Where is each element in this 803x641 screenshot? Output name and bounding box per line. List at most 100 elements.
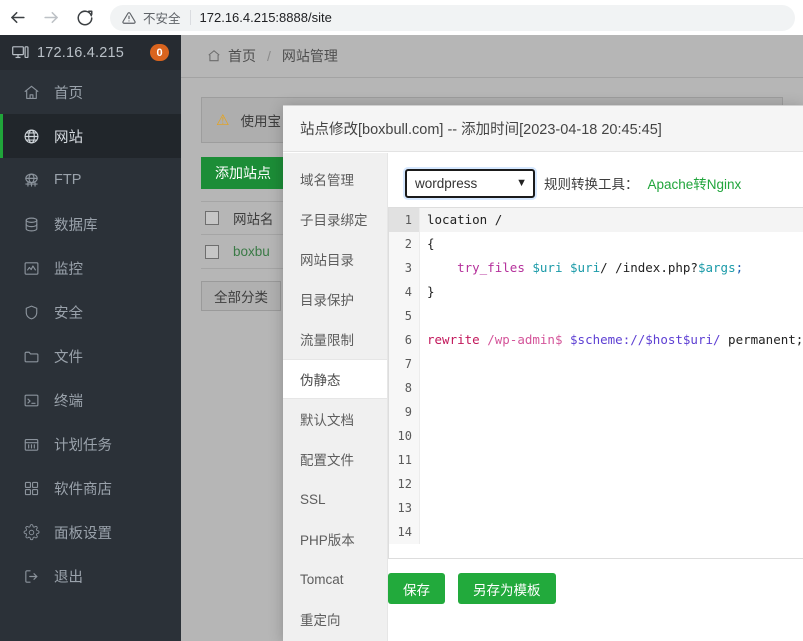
home-icon	[207, 49, 221, 63]
line-number: 14	[389, 520, 420, 544]
code-text[interactable]	[420, 520, 803, 544]
code-line: 6 rewrite /wp-admin$ $scheme://$host$uri/…	[389, 328, 803, 352]
code-text[interactable]	[420, 376, 803, 400]
sidebar-item-10[interactable]: 软件商店	[0, 466, 181, 510]
rule-toolbar: wordpress ▼ 规则转换工具： Apache转Nginx	[403, 166, 803, 200]
modal-tab-6[interactable]: 伪静态	[283, 359, 387, 399]
add-site-button[interactable]: 添加站点	[201, 157, 285, 189]
code-token: $uri	[570, 260, 601, 275]
page-body: 172.16.4.215 0 首页网站 FTP 数据库 监控 安全 文件 终端计划任务软件商…	[0, 35, 803, 641]
ftp-icon	[22, 171, 40, 189]
code-text[interactable]: rewrite /wp-admin$ $scheme://$host$uri/ …	[420, 328, 803, 352]
code-line: 7	[389, 352, 803, 376]
back-button[interactable]	[0, 1, 34, 35]
apache-to-nginx-link[interactable]: Apache转Nginx	[648, 173, 742, 193]
modal-tab-11[interactable]: Tomcat	[283, 559, 387, 599]
rewrite-rule-select[interactable]: wordpress	[403, 166, 537, 200]
code-line: 9	[389, 400, 803, 424]
code-token: ;	[735, 260, 744, 275]
code-text[interactable]: location /	[420, 208, 803, 232]
sidebar-item-label: 网站	[54, 129, 83, 146]
sidebar-item-label: 面板设置	[54, 525, 112, 542]
warning-triangle-icon: ⚠	[216, 112, 230, 129]
sidebar-item-label: FTP	[54, 172, 82, 188]
code-text[interactable]: }	[420, 280, 803, 304]
code-line: 4}	[389, 280, 803, 304]
modal-tab-12[interactable]: 重定向	[283, 599, 387, 639]
breadcrumb-current: 网站管理	[281, 48, 338, 64]
row-checkbox[interactable]	[205, 244, 219, 259]
code-line: 13	[389, 496, 803, 520]
arrow-left-icon	[8, 8, 27, 27]
code-text[interactable]	[420, 400, 803, 424]
code-line: 10	[389, 424, 803, 448]
sidebar-logo[interactable]: 172.16.4.215 0	[0, 35, 181, 70]
sidebar-item-label: 计划任务	[54, 437, 112, 454]
url-text: 172.16.4.215:8888/site	[199, 10, 332, 25]
sidebar-item-9[interactable]: 计划任务	[0, 422, 181, 466]
code-token: / /index.php?	[600, 260, 698, 275]
modal-tab-8[interactable]: 配置文件	[283, 439, 387, 479]
line-number: 6	[389, 328, 420, 352]
line-number: 8	[389, 376, 420, 400]
code-text[interactable]: {	[420, 232, 803, 256]
sidebar-item-label: 软件商店	[54, 481, 112, 498]
save-button[interactable]: 保存	[388, 573, 445, 604]
gear-icon	[22, 523, 40, 541]
code-line: 1 location /	[389, 208, 803, 232]
code-text[interactable]	[420, 472, 803, 496]
code-line: 14	[389, 520, 803, 544]
row-checkbox[interactable]	[205, 211, 219, 225]
sidebar-item-3[interactable]: FTP	[0, 158, 181, 202]
modal-tab-7[interactable]: 默认文档	[283, 399, 387, 439]
code-text[interactable]	[420, 352, 803, 376]
code-token: /wp-admin$	[487, 332, 563, 347]
code-text[interactable]	[420, 424, 803, 448]
reload-icon	[76, 9, 94, 27]
site-name-link[interactable]: boxbu	[233, 244, 270, 259]
logout-icon	[22, 567, 40, 585]
line-number: 10	[389, 424, 420, 448]
save-as-template-button[interactable]: 另存为模板	[458, 573, 556, 604]
sidebar-item-12[interactable]: 退出	[0, 554, 181, 598]
address-bar[interactable]: 不安全 172.16.4.215:8888/site	[110, 4, 795, 31]
calendar-icon	[22, 435, 40, 453]
sidebar-item-11[interactable]: 面板设置	[0, 510, 181, 554]
modal-tab-3[interactable]: 网站目录	[283, 239, 387, 279]
modal-tab-10[interactable]: PHP版本	[283, 519, 387, 559]
sidebar-item-7[interactable]: 文件	[0, 334, 181, 378]
code-text[interactable]: try_files $uri $uri/ /index.php?$args;	[420, 256, 803, 280]
code-text[interactable]	[420, 496, 803, 520]
sidebar-item-1[interactable]: 首页	[0, 70, 181, 114]
modal-tab-list: 域名管理 子目录绑定 网站目录 目录保护 流量限制 伪静态 默认文档 配置文件 SSL PHP版本…	[283, 153, 388, 641]
apps-grid-icon	[22, 479, 40, 497]
rule-tool-label: 规则转换工具：	[544, 177, 639, 192]
home-icon	[22, 83, 40, 101]
code-text[interactable]	[420, 304, 803, 328]
sidebar-item-4[interactable]: 数据库	[0, 202, 181, 246]
code-text[interactable]	[420, 448, 803, 472]
modal-tab-9[interactable]: SSL	[283, 479, 387, 519]
folder-icon	[22, 347, 40, 365]
sidebar-item-2[interactable]: 网站	[0, 114, 181, 158]
modal-tab-5[interactable]: 流量限制	[283, 319, 387, 359]
code-token: $args	[697, 260, 736, 275]
database-icon	[22, 215, 40, 233]
sidebar-item-6[interactable]: 安全	[0, 290, 181, 334]
modal-tab-1[interactable]: 域名管理	[283, 159, 387, 199]
reload-button[interactable]	[68, 1, 102, 35]
modal-footer: 保存 另存为模板	[388, 573, 556, 604]
line-number: 9	[389, 400, 420, 424]
line-number: 4	[389, 280, 420, 304]
modal-tab-4[interactable]: 目录保护	[283, 279, 387, 319]
all-categories-button[interactable]: 全部分类	[201, 281, 281, 311]
sidebar-item-8[interactable]: 终端	[0, 378, 181, 422]
sidebar-item-5[interactable]: 监控	[0, 246, 181, 290]
breadcrumb-home[interactable]: 首页	[228, 46, 256, 66]
code-line: 5	[389, 304, 803, 328]
code-line: 8	[389, 376, 803, 400]
modal-tab-2[interactable]: 子目录绑定	[283, 199, 387, 239]
rewrite-code-editor[interactable]: 1 location /2{3 try_files $uri $uri/ /ind…	[388, 207, 803, 559]
forward-button[interactable]	[34, 1, 68, 35]
